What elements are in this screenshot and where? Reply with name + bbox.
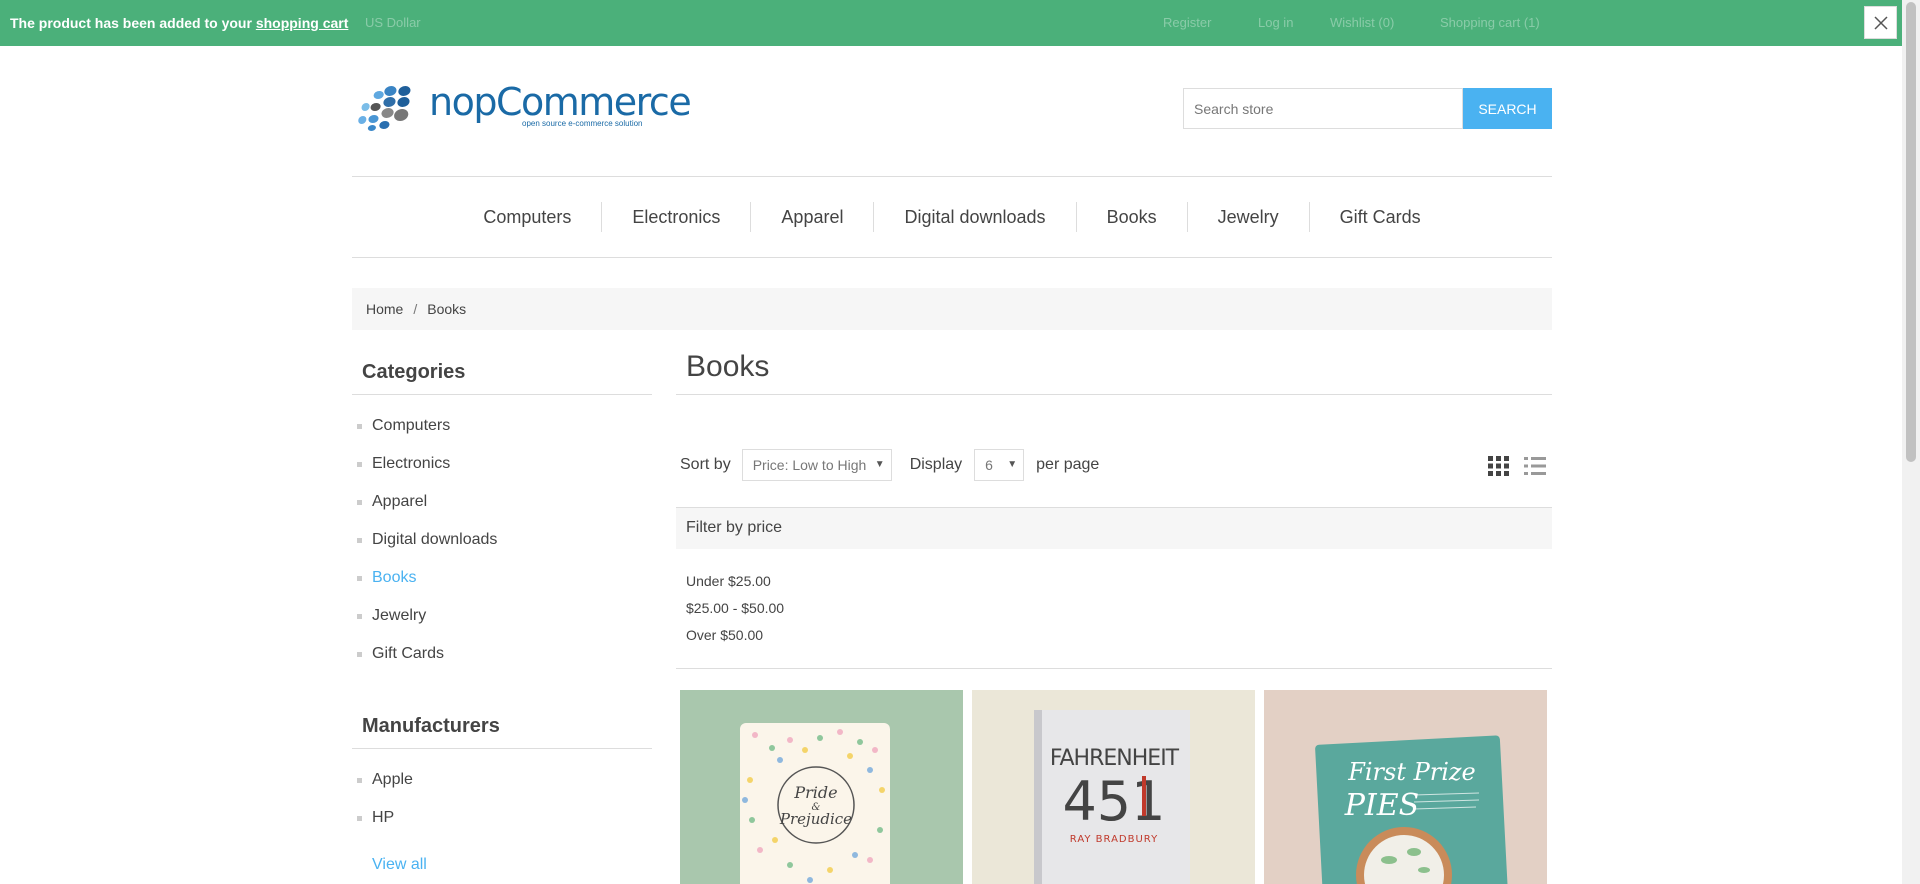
breadcrumb-separator: / [413, 301, 418, 317]
sort-select-value: Price: Low to High [752, 457, 867, 473]
pride-prejudice-cover: Pride & Prejudice [740, 723, 890, 884]
register-link[interactable]: Register [1163, 15, 1211, 30]
close-notification-button[interactable] [1864, 6, 1897, 39]
display-label: Display [909, 456, 963, 473]
close-icon [1873, 15, 1888, 30]
logo-dots-icon [358, 86, 411, 131]
category-item-digital-downloads[interactable]: Digital downloads [352, 521, 652, 559]
menu-item-gift-cards[interactable]: Gift Cards [1310, 202, 1451, 232]
fahrenheit-cover: FAHRENHEIT 451 RAY BRADBURY [1034, 710, 1190, 884]
grid-view-icon[interactable] [1487, 455, 1511, 477]
breadcrumb-home-link[interactable]: Home [366, 301, 403, 317]
page-size-select[interactable]: 6 ▼ [974, 449, 1025, 481]
cover-number-451: 451 [1062, 770, 1165, 833]
sort-label: Sort by [680, 456, 731, 473]
price-filter-25-to-50[interactable]: $25.00 - $50.00 [686, 598, 784, 625]
price-filter-under-25[interactable]: Under $25.00 [686, 571, 784, 598]
page-size-dropdown-arrow-icon: ▼ [1007, 459, 1018, 470]
category-item-electronics[interactable]: Electronics [352, 445, 652, 483]
notification-text: The product has been added to your [10, 15, 256, 31]
store-logo[interactable]: nopCommerce open source e-commerce solut… [355, 82, 692, 132]
shopping-cart-link[interactable]: shopping cart [256, 15, 349, 31]
category-item-apparel[interactable]: Apparel [352, 483, 652, 521]
sort-select[interactable]: Price: Low to High ▼ [741, 449, 892, 481]
cover-title-first-prize: First Prize [1347, 758, 1476, 786]
page-size-select-value: 6 [985, 457, 993, 473]
category-item-gift-cards[interactable]: Gift Cards [352, 635, 652, 673]
menu-item-jewelry[interactable]: Jewelry [1188, 202, 1310, 232]
sort-dropdown-arrow-icon: ▼ [874, 459, 885, 470]
manufacturers-title: Manufacturers [352, 715, 652, 749]
menu-item-books[interactable]: Books [1077, 202, 1188, 232]
price-filter-list: Under $25.00 $25.00 - $50.00 Over $50.00 [686, 571, 784, 652]
breadcrumb-current: Books [427, 301, 467, 317]
currency-selector[interactable]: US Dollar [365, 15, 421, 30]
menu-item-apparel[interactable]: Apparel [751, 202, 875, 232]
manufacturer-item-apple[interactable]: Apple [352, 761, 652, 799]
filter-divider [676, 668, 1552, 669]
search-button[interactable]: SEARCH [1463, 88, 1552, 129]
categories-title: Categories [352, 361, 652, 395]
list-view-icon[interactable] [1523, 455, 1547, 477]
categories-list: Computers Electronics Apparel Digital do… [352, 407, 652, 673]
product-image-first-prize-pies[interactable]: First Prize PIES [1264, 690, 1547, 884]
page-scrollbar[interactable] [1902, 0, 1920, 884]
search-input[interactable] [1183, 88, 1463, 129]
manufacturers-list: Apple HP [352, 761, 652, 837]
cart-link[interactable]: Shopping cart (1) [1440, 15, 1540, 30]
logo-brand-text: nopCommerce [429, 80, 692, 124]
manufacturer-item-hp[interactable]: HP [352, 799, 652, 837]
sort-options-bar: Sort by Price: Low to High ▼ Display 6 ▼… [680, 449, 1099, 481]
notification-bar: US Dollar Register Log in Wishlist (0) S… [0, 0, 1902, 46]
menu-item-computers[interactable]: Computers [453, 202, 603, 232]
page-title: Books [676, 350, 1552, 395]
cover-title-line-1: Pride [793, 783, 837, 802]
cover-author: RAY BRADBURY [1070, 834, 1158, 845]
top-menu: Computers Electronics Apparel Digital do… [352, 176, 1552, 258]
per-page-label: per page [1036, 456, 1100, 473]
view-all-manufacturers-link[interactable]: View all [372, 856, 427, 874]
cover-title-line-3: Prejudice [779, 810, 852, 828]
category-item-computers[interactable]: Computers [352, 407, 652, 445]
product-image-pride-and-prejudice[interactable]: Pride & Prejudice [680, 690, 963, 884]
product-image-fahrenheit-451[interactable]: FAHRENHEIT 451 RAY BRADBURY [972, 690, 1255, 884]
first-prize-pies-cover: First Prize PIES [1315, 735, 1508, 884]
category-item-jewelry[interactable]: Jewelry [352, 597, 652, 635]
price-filter-title: Filter by price [676, 507, 1552, 549]
notification-message: The product has been added to your shopp… [10, 15, 348, 31]
menu-item-electronics[interactable]: Electronics [602, 202, 752, 232]
wishlist-link[interactable]: Wishlist (0) [1330, 15, 1394, 30]
menu-item-digital-downloads[interactable]: Digital downloads [874, 202, 1077, 232]
category-item-books[interactable]: Books [352, 559, 652, 597]
cover-title-pies: PIES [1344, 788, 1420, 823]
logo-tagline: open source e-commerce solution [522, 119, 643, 128]
price-filter-over-50[interactable]: Over $50.00 [686, 625, 784, 652]
login-link[interactable]: Log in [1258, 15, 1293, 30]
breadcrumb: Home / Books [352, 288, 1552, 330]
cover-title-fahrenheit: FAHRENHEIT [1050, 746, 1180, 771]
scrollbar-thumb[interactable] [1906, 2, 1916, 462]
